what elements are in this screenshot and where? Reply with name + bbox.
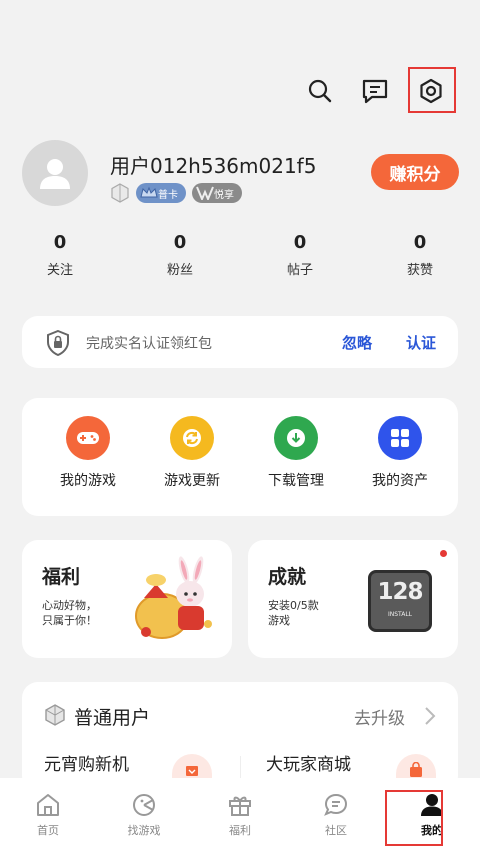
gift-box-icon — [192, 792, 288, 818]
card-badge-label: 普卡 — [158, 189, 178, 201]
status-bar — [0, 0, 480, 24]
badge-row: 普卡 悦享 — [110, 183, 242, 203]
achievement-subtitle-line2: 游戏 — [268, 614, 290, 627]
nav-label: 福利 — [229, 824, 251, 837]
chevron-right-icon — [425, 707, 436, 725]
earn-points-button[interactable]: 赚积分 — [371, 154, 459, 190]
nav-find-games[interactable]: 找游戏 — [96, 778, 192, 852]
achievement-subtitle-line1: 安装0/5款 — [268, 599, 319, 612]
highlight-settings — [408, 67, 456, 113]
vip-badge-label: 悦享 — [214, 189, 234, 201]
install-128-badge-icon: 128 INSTALL — [368, 570, 432, 632]
quick-menu: 我的游戏 游戏更新 下载管理 我的资产 — [22, 398, 458, 516]
stat-label: 获赞 — [406, 263, 433, 278]
stat-value: 0 — [173, 232, 187, 253]
stat-label: 关注 — [46, 263, 73, 278]
welfare-subtitle-line2: 只属于你！ — [42, 614, 97, 627]
nav-home[interactable]: 首页 — [0, 778, 96, 852]
upgrade-link[interactable]: 去升级 — [354, 704, 405, 729]
card-badge[interactable]: 普卡 — [136, 183, 186, 203]
avatar[interactable] — [22, 140, 88, 206]
achievement-subtitle: 安装0/5款 游戏 — [268, 598, 319, 628]
stat-posts[interactable]: 0 帖子 — [240, 232, 360, 278]
message-button[interactable] — [353, 69, 397, 113]
menu-downloads[interactable]: 下载管理 — [246, 416, 346, 490]
nav-label: 找游戏 — [127, 824, 161, 837]
member-level: 普通用户 — [74, 707, 151, 729]
refresh-icon — [170, 416, 214, 460]
menu-my-games[interactable]: 我的游戏 — [38, 416, 138, 490]
v-logo-icon — [196, 186, 214, 200]
crown-icon — [140, 186, 158, 198]
achievement-card[interactable]: 成就 安装0/5款 游戏 128 INSTALL — [248, 540, 458, 658]
home-icon — [0, 792, 96, 818]
stat-value: 0 — [293, 232, 307, 253]
notification-dot — [440, 550, 447, 557]
grid-icon — [378, 416, 422, 460]
menu-label: 我的资产 — [372, 473, 428, 489]
search-button[interactable] — [298, 69, 342, 113]
badge-caption: INSTALL — [387, 611, 413, 618]
chat-bubble-icon — [288, 792, 384, 818]
username: 用户012h536m021f5 — [110, 154, 317, 178]
member-item-1[interactable]: 元宵购新机 — [44, 750, 129, 775]
nav-community[interactable]: 社区 — [288, 778, 384, 852]
stat-value: 0 — [413, 232, 427, 253]
level-hexagon-icon — [111, 183, 129, 203]
welfare-card[interactable]: 福利 心动好物， 只属于你！ — [22, 540, 232, 658]
shield-lock-icon — [47, 330, 69, 356]
message-icon — [362, 79, 388, 104]
nav-label: 社区 — [325, 824, 347, 837]
search-icon — [308, 79, 332, 103]
welfare-subtitle-line1: 心动好物， — [42, 599, 97, 612]
stats-row: 0 关注 0 粉丝 0 帖子 0 获赞 — [0, 232, 480, 278]
pacman-icon — [96, 792, 192, 818]
badge-number: 128 — [377, 579, 423, 605]
ignore-link[interactable]: 忽略 — [342, 332, 372, 353]
highlight-mine-tab — [385, 790, 443, 846]
menu-label: 下载管理 — [268, 473, 324, 489]
stat-following[interactable]: 0 关注 — [0, 232, 120, 278]
member-card: 普通用户 去升级 元宵购新机 大玩家商城 — [22, 682, 458, 792]
notice-text: 完成实名认证领红包 — [86, 336, 212, 352]
gamepad-icon — [66, 416, 110, 460]
nav-label: 首页 — [37, 824, 59, 837]
welfare-subtitle: 心动好物， 只属于你！ — [42, 598, 97, 628]
verify-link[interactable]: 认证 — [406, 332, 436, 353]
welfare-title: 福利 — [42, 566, 81, 588]
menu-my-assets[interactable]: 我的资产 — [350, 416, 450, 490]
rabbit-mascot-icon — [135, 556, 212, 639]
member-item-2[interactable]: 大玩家商城 — [266, 750, 351, 775]
stat-likes[interactable]: 0 获赞 — [360, 232, 480, 278]
stat-value: 0 — [53, 232, 67, 253]
menu-game-updates[interactable]: 游戏更新 — [142, 416, 242, 490]
stat-followers[interactable]: 0 粉丝 — [120, 232, 240, 278]
realname-notice: 完成实名认证领红包 忽略 认证 — [22, 316, 458, 368]
achievement-title: 成就 — [268, 566, 307, 588]
menu-label: 游戏更新 — [164, 473, 220, 489]
download-icon — [274, 416, 318, 460]
nav-welfare[interactable]: 福利 — [192, 778, 288, 852]
user-avatar-icon — [40, 159, 70, 189]
vip-badge[interactable]: 悦享 — [192, 183, 242, 203]
stat-label: 粉丝 — [166, 263, 193, 278]
menu-label: 我的游戏 — [60, 473, 116, 489]
stat-label: 帖子 — [286, 263, 313, 278]
member-hexagon-icon — [45, 704, 65, 726]
